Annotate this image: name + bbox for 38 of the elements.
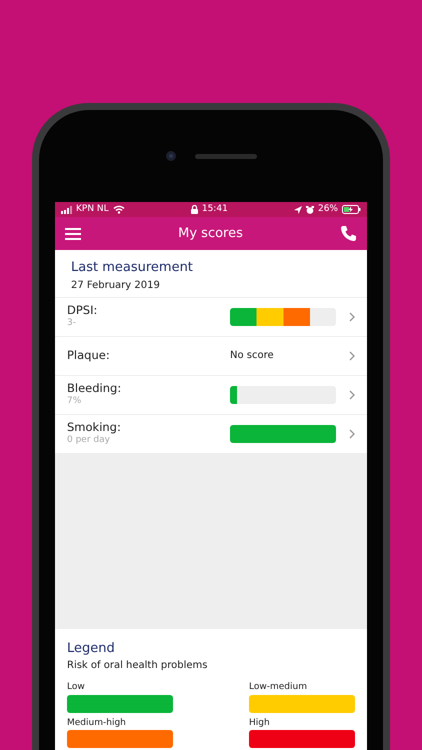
- legend-label: Low-medium: [249, 681, 308, 694]
- wifi-icon: [112, 205, 125, 214]
- legend-subtitle: Risk of oral health problems: [67, 659, 208, 673]
- chevron-icon: [349, 428, 355, 438]
- section-title: Last measurement: [71, 259, 194, 277]
- location-icon: [294, 206, 302, 214]
- camera-icon: [165, 150, 177, 162]
- score-detail: 3-: [67, 318, 77, 329]
- score-row[interactable]: Smoking: 0 per day: [55, 414, 367, 452]
- legend-label: High: [249, 716, 271, 730]
- battery-percent: 26%: [318, 202, 338, 216]
- score-detail: 0 per day: [67, 435, 111, 446]
- phone-icon: [340, 225, 357, 242]
- screen-title: My scores: [178, 224, 243, 243]
- battery-icon: [342, 205, 361, 214]
- lock-icon: [190, 205, 198, 214]
- speaker-icon: [195, 154, 257, 158]
- chevron-icon: [349, 390, 355, 400]
- score-label: Bleeding:: [67, 382, 122, 396]
- score-label: Smoking:: [67, 421, 122, 435]
- chevron-icon: [349, 312, 355, 322]
- carrier-name: KPN NL: [76, 202, 109, 216]
- signal-icon: [61, 206, 72, 214]
- score-row[interactable]: Plaque: No score: [55, 336, 367, 374]
- legend-title: Legend: [67, 640, 116, 658]
- score-row[interactable]: DPSI: 3-: [55, 296, 367, 336]
- score-row[interactable]: Bleeding: 7%: [55, 374, 367, 414]
- menu-icon: [65, 226, 81, 240]
- legend-label: Medium-high: [67, 716, 127, 730]
- legend-label: Low: [67, 681, 86, 694]
- alarm-icon: [306, 206, 314, 214]
- measurement-date: 27 February 2019: [71, 278, 161, 292]
- score-label: DPSI:: [67, 304, 98, 318]
- status-time: 15:41: [202, 202, 228, 216]
- score-detail: 7%: [67, 396, 82, 407]
- score-value: No score: [230, 349, 275, 363]
- score-label: Plaque:: [67, 348, 111, 362]
- chevron-icon: [349, 350, 355, 360]
